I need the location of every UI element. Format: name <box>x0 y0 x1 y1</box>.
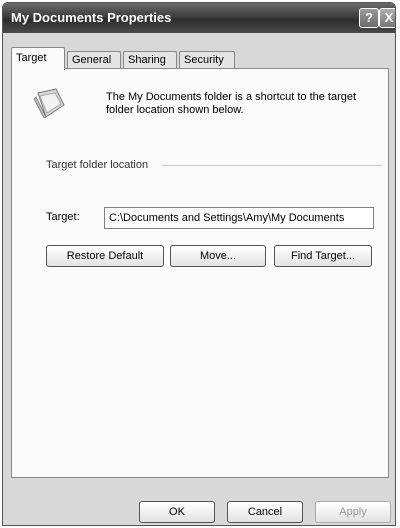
target-tab-panel: The My Documents folder is a shortcut to… <box>11 68 389 478</box>
tab-target[interactable]: Target <box>11 47 65 70</box>
my-documents-folder-icon <box>33 88 65 119</box>
tab-sharing[interactable]: Sharing <box>123 51 177 69</box>
move-button[interactable]: Move... <box>170 245 266 267</box>
target-label: Target: <box>46 211 80 223</box>
tab-security[interactable]: Security <box>179 51 235 69</box>
restore-default-button[interactable]: Restore Default <box>46 245 164 267</box>
group-divider <box>162 165 382 166</box>
find-target-button[interactable]: Find Target... <box>274 245 372 267</box>
ok-button[interactable]: OK <box>139 501 215 523</box>
title-bar[interactable]: My Documents Properties ? X <box>3 3 395 33</box>
apply-button[interactable]: Apply <box>315 501 391 523</box>
target-path-input[interactable] <box>104 207 374 229</box>
help-button[interactable]: ? <box>359 8 379 28</box>
cancel-button[interactable]: Cancel <box>227 501 303 523</box>
window-title: My Documents Properties <box>11 10 172 25</box>
close-button[interactable]: X <box>379 8 395 28</box>
properties-dialog: My Documents Properties ? X Target Gener… <box>2 2 396 526</box>
tab-general[interactable]: General <box>67 51 121 69</box>
description-text: The My Documents folder is a shortcut to… <box>106 91 357 116</box>
group-label: Target folder location <box>46 159 152 171</box>
